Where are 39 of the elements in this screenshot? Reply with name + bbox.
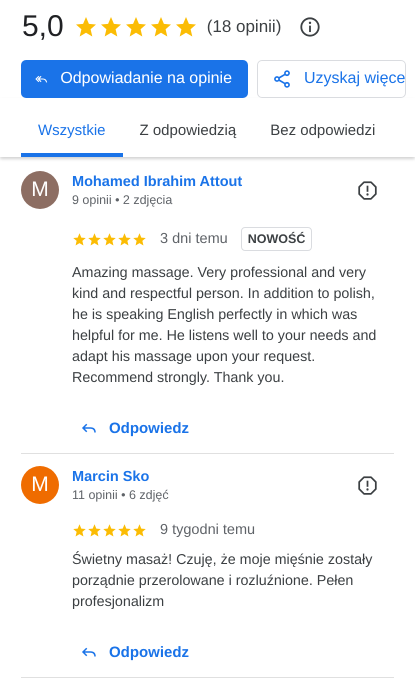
star-icon xyxy=(72,232,87,246)
avatar[interactable]: M xyxy=(21,171,59,209)
star-icon xyxy=(117,232,132,246)
new-badge: NOWOŚĆ xyxy=(240,227,312,251)
rating-value: 5,0 xyxy=(22,10,64,44)
star-icon xyxy=(72,522,87,538)
star-icon xyxy=(174,15,198,39)
filter-tab[interactable]: Wszystkie xyxy=(21,110,122,157)
filter-tab[interactable]: Z odpowiedzią xyxy=(122,110,254,157)
review-text: Świetny masaż! Czuję, że moje mięśnie zostały porządnie przerolowane i rozluźnione. Pełen profesjonalizm xyxy=(72,550,374,612)
reviewer-stats: 9 opinii • 2 zdjęcia xyxy=(72,192,172,206)
review-count: (18 opinii) xyxy=(206,17,282,37)
star-icon xyxy=(132,232,147,246)
share-icon xyxy=(272,69,292,89)
reviewer-name[interactable]: Marcin Sko xyxy=(72,468,150,484)
reply-button[interactable]: Odpowiedz xyxy=(80,643,189,661)
star-icon xyxy=(148,15,173,39)
star-icon xyxy=(132,522,147,538)
avatar[interactable]: M xyxy=(21,466,59,504)
reviewer-stats: 11 opinii • 6 zdjęć xyxy=(72,488,169,502)
info-icon[interactable] xyxy=(299,16,322,38)
star-icon xyxy=(98,15,123,39)
review-text: Amazing massage. Very professional and very kind and respectful person. In addition to polish, he is speaking English perfectly in which was helpful for me. He listens well to your needs and adapt his massage upon your request. Recommend strongly. Thank you. xyxy=(72,264,378,388)
reply-button[interactable]: Odpowiedz xyxy=(80,419,189,437)
star-icon xyxy=(102,522,117,538)
review-date: 3 dni temu xyxy=(160,231,228,247)
star-icon xyxy=(87,232,102,246)
star-icon xyxy=(102,232,117,246)
report-icon[interactable] xyxy=(357,474,378,496)
star-icon xyxy=(124,15,148,39)
action-button[interactable]: Uzyskaj więce xyxy=(257,60,406,98)
report-icon[interactable] xyxy=(357,180,378,200)
review-date: 9 tygodni temu xyxy=(160,522,256,538)
star-icon xyxy=(117,522,132,538)
action-button[interactable]: Odpowiadanie na opinie xyxy=(21,60,248,98)
filter-tab[interactable]: Bez odpowiedzi xyxy=(253,110,392,157)
star-icon xyxy=(74,15,98,39)
reviewer-name[interactable]: Mohamed Ibrahim Attout xyxy=(72,174,242,190)
star-icon xyxy=(87,522,102,538)
